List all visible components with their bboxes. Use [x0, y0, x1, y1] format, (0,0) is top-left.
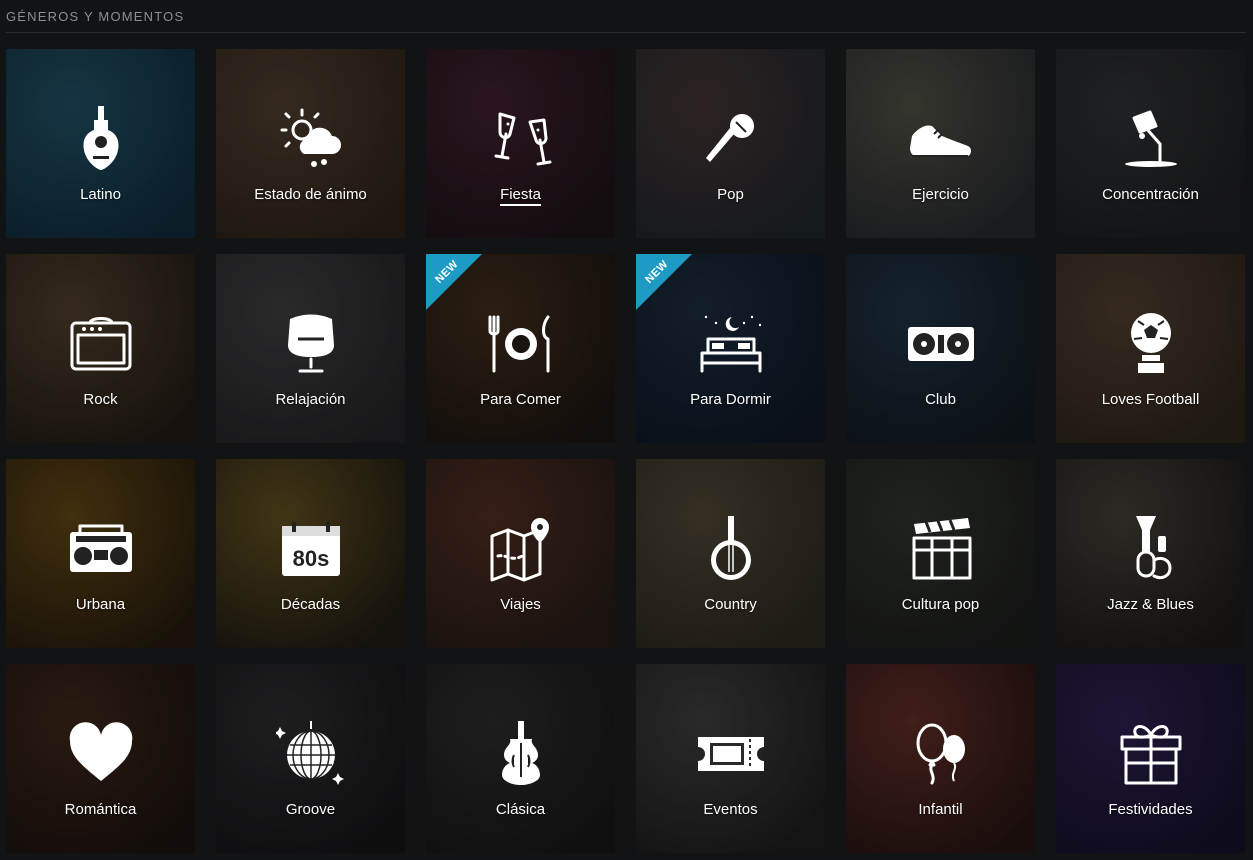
genre-tile-para-dormir[interactable]: Para Dormir NEW [636, 254, 825, 443]
genre-tile-loves-football[interactable]: Loves Football [1056, 254, 1245, 443]
genre-tile-eventos[interactable]: Eventos [636, 664, 825, 853]
amplifier-icon [66, 309, 136, 379]
genres-grid: Latino Estado de ánimo Fiesta Pop Ejercicio C… [0, 0, 1253, 860]
banjo-icon [696, 514, 766, 584]
bed-moon-icon [696, 309, 766, 379]
tile-label: Estado de ánimo [254, 186, 367, 203]
genre-tile-clásica[interactable]: Clásica [426, 664, 615, 853]
desk-lamp-icon [1116, 104, 1186, 174]
calendar-80s-icon: 80s [276, 514, 346, 584]
genre-tile-décadas[interactable]: 80s Décadas [216, 459, 405, 648]
tile-label: Concentración [1102, 186, 1199, 203]
genre-tile-fiesta[interactable]: Fiesta [426, 49, 615, 238]
tile-label: Infantil [918, 801, 963, 818]
genre-tile-pop[interactable]: Pop [636, 49, 825, 238]
ticket-icon [696, 719, 766, 789]
genre-tile-festividades[interactable]: Festividades [1056, 664, 1245, 853]
genre-tile-romántica[interactable]: Romántica [6, 664, 195, 853]
tile-label: Festividades [1108, 801, 1193, 818]
armchair-icon [276, 309, 346, 379]
genre-tile-club[interactable]: Club [846, 254, 1035, 443]
tile-label: Club [925, 391, 956, 408]
tile-label: Loves Football [1101, 391, 1200, 408]
genre-tile-ejercicio[interactable]: Ejercicio [846, 49, 1035, 238]
genre-tile-concentración[interactable]: Concentración [1056, 49, 1245, 238]
trumpet-icon [1116, 514, 1186, 584]
tile-label: Para Comer [480, 391, 561, 408]
disco-ball-icon [275, 719, 346, 789]
heart-icon [66, 719, 136, 789]
genre-tile-cultura-pop[interactable]: Cultura pop [846, 459, 1035, 648]
tile-label: Eventos [703, 801, 758, 818]
tile-label: Latino [80, 186, 121, 203]
genre-tile-jazz-blues[interactable]: Jazz & Blues [1056, 459, 1245, 648]
genre-tile-relajación[interactable]: Relajación [216, 254, 405, 443]
boombox-icon [66, 514, 136, 584]
genre-tile-para-comer[interactable]: Para Comer NEW [426, 254, 615, 443]
tile-label: Pop [717, 186, 744, 203]
genre-tile-groove[interactable]: Groove [216, 664, 405, 853]
weather-icon [276, 104, 346, 174]
tile-label: Para Dormir [690, 391, 771, 408]
clapperboard-icon [906, 514, 976, 584]
tile-label: Relajación [275, 391, 346, 408]
tile-label: Groove [285, 801, 336, 818]
guitar-icon [66, 104, 136, 174]
sneaker-icon [906, 104, 976, 174]
genre-tile-estado-de-ánimo[interactable]: Estado de ánimo [216, 49, 405, 238]
tile-label: Country [704, 596, 757, 613]
champagne-icon [486, 104, 556, 174]
microphone-icon [696, 104, 766, 174]
violin-icon [486, 719, 556, 789]
gift-icon [1116, 719, 1186, 789]
tile-label: Cultura pop [901, 596, 980, 613]
genre-tile-country[interactable]: Country [636, 459, 825, 648]
plate-cutlery-icon [486, 309, 556, 379]
genre-tile-rock[interactable]: Rock [6, 254, 195, 443]
tile-label: Urbana [75, 596, 126, 613]
svg-text:80s: 80s [292, 546, 329, 571]
tile-label: Décadas [280, 596, 341, 613]
genre-tile-infantil[interactable]: Infantil [846, 664, 1035, 853]
tile-label: Jazz & Blues [1107, 596, 1194, 613]
turntables-icon [906, 309, 976, 379]
tile-label: Romántica [64, 801, 137, 818]
genre-tile-urbana[interactable]: Urbana [6, 459, 195, 648]
tile-label: Rock [83, 391, 118, 408]
tile-label: Ejercicio [912, 186, 969, 203]
football-trophy-icon [1116, 309, 1186, 379]
tile-label: Viajes [500, 596, 541, 613]
tile-label: Fiesta [426, 186, 615, 206]
genre-tile-latino[interactable]: Latino [6, 49, 195, 238]
balloons-icon [906, 719, 976, 789]
map-pin-icon [486, 514, 556, 584]
tile-label: Clásica [495, 801, 546, 818]
genre-tile-viajes[interactable]: Viajes [426, 459, 615, 648]
